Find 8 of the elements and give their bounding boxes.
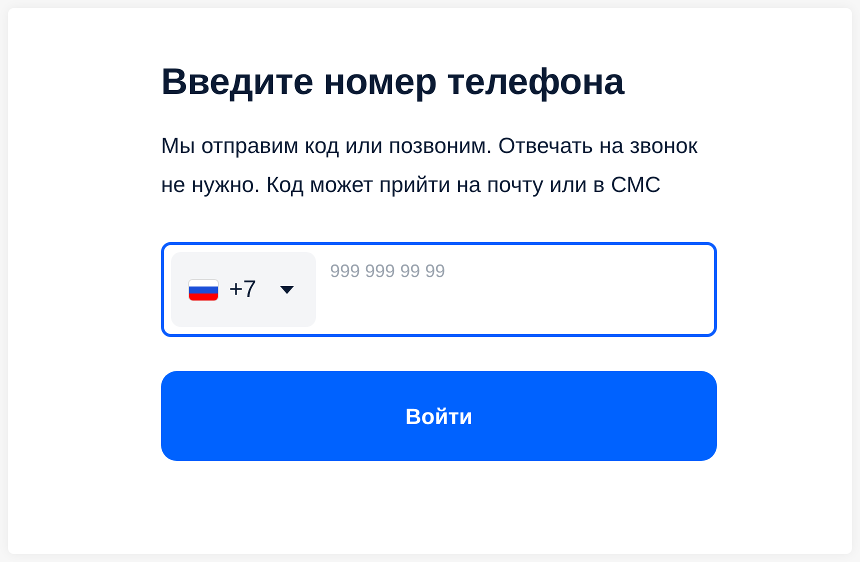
- login-button[interactable]: Войти: [161, 371, 717, 461]
- flag-icon: [188, 278, 219, 300]
- phone-input-field[interactable]: +7 999 999 99 99: [161, 242, 717, 337]
- country-selector[interactable]: +7: [171, 252, 316, 327]
- caret-icon: [280, 286, 294, 294]
- country-code: +7: [229, 274, 256, 304]
- description-text: Мы отправим код или позвоним. Отвечать на звонок не нужно. Код может прийти на почту или в СМС: [161, 132, 698, 199]
- page-title: Введите номер телефона: [161, 60, 626, 104]
